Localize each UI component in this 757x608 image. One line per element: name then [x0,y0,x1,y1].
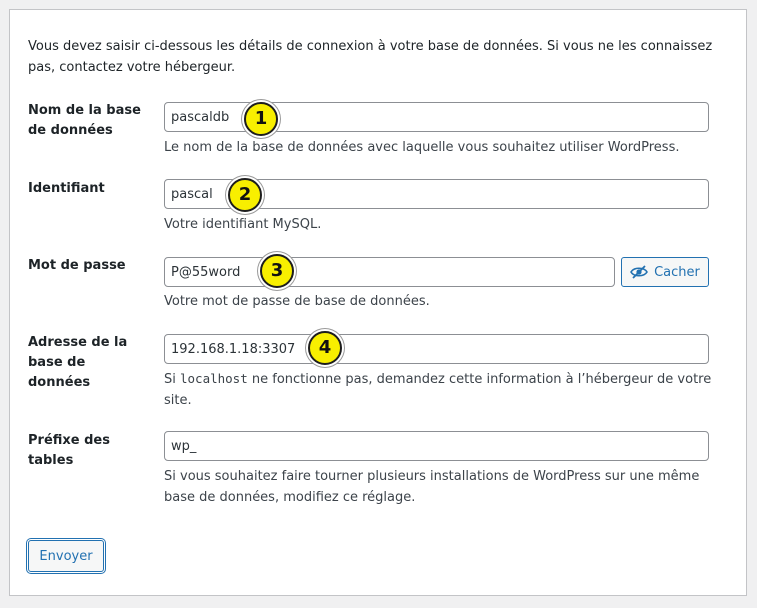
hide-password-label: Cacher [654,264,700,280]
callout-badge-4: 4 [308,331,342,365]
dbname-label: Nom de la base de données [28,103,141,138]
password-input[interactable] [164,257,615,287]
username-description: Votre identifiant MySQL. [164,217,322,232]
prefix-description: Si vous souhaitez faire tourner plusieur… [164,469,700,505]
prefix-label: Préfixe des tables [28,433,110,468]
callout-badge-2: 2 [228,178,262,212]
password-label: Mot de passe [28,258,126,273]
dbname-description: Le nom de la base de données avec laquel… [164,140,680,155]
dbhost-description: Si localhost ne fonctionne pas, demandez… [164,368,714,411]
localhost-code: localhost [180,371,248,386]
eye-slash-icon [630,265,649,279]
prefix-input[interactable] [164,431,709,461]
submit-button[interactable]: Envoyer [28,540,104,572]
password-description: Votre mot de passe de base de données. [164,294,430,309]
callout-badge-1: 1 [244,102,278,136]
intro-text: Vous devez saisir ci-dessous les détails… [28,39,713,75]
username-label: Identifiant [28,181,105,196]
callout-badge-3: 3 [260,254,294,288]
setup-config-form: Vous devez saisir ci-dessous les détails… [9,9,747,596]
hide-password-button[interactable]: Cacher [621,257,709,287]
dbhost-label: Adresse de la base de données [28,335,128,390]
dbhost-description-before: Si [164,372,180,387]
dbhost-input[interactable] [164,334,709,364]
